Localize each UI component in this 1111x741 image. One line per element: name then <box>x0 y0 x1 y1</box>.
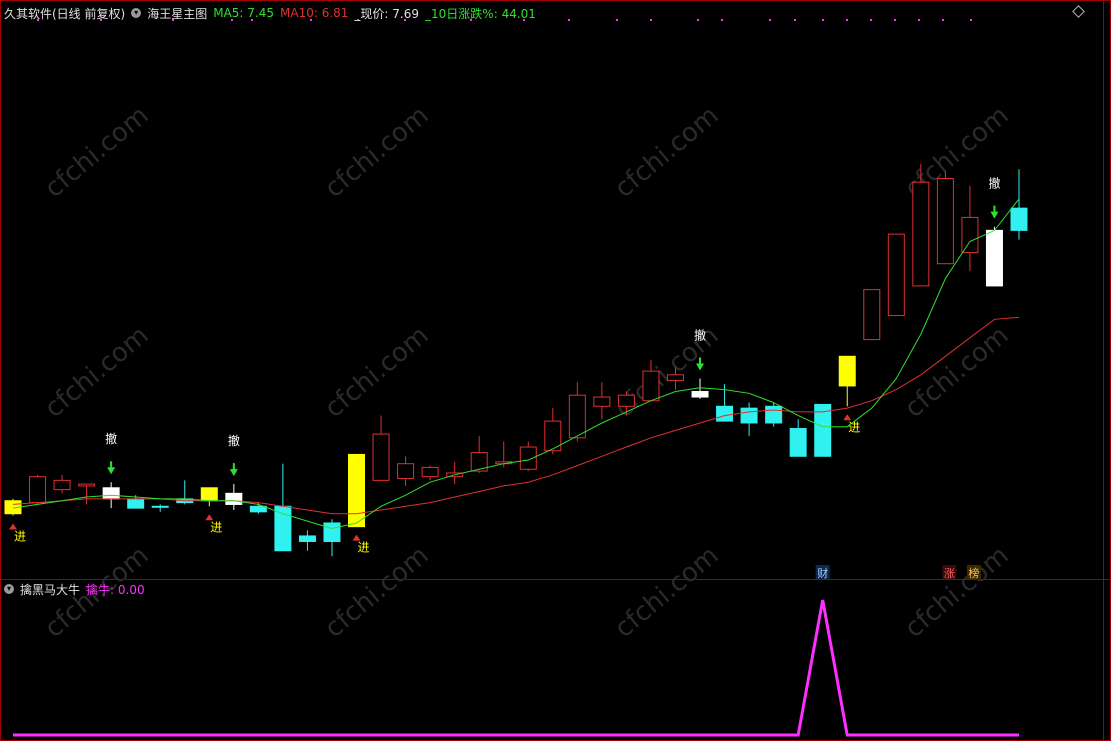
candle-body[interactable] <box>421 466 439 478</box>
sell-signal-label: 撤 <box>694 328 706 343</box>
price-value: 7.69 <box>392 6 420 21</box>
watermark-text: cfchi.com <box>899 540 1014 643</box>
ma5-value: 7.45 <box>247 6 274 20</box>
sub-indicator-name[interactable]: 擒黑马大牛 <box>20 581 80 598</box>
candle-body[interactable] <box>225 492 243 505</box>
price-label: _现价: <box>354 6 389 21</box>
candle-body[interactable] <box>740 407 758 424</box>
top-marker-dot <box>870 19 872 21</box>
ma5-line <box>12 198 1020 530</box>
watermark-text: cfchi.com <box>899 320 1014 423</box>
candle-body[interactable] <box>1010 207 1028 231</box>
candle-body[interactable] <box>323 522 341 542</box>
ma10-label: MA10: <box>280 6 318 20</box>
candle-body[interactable] <box>838 355 856 387</box>
top-marker-dot <box>616 19 618 21</box>
candle-body[interactable] <box>78 483 96 487</box>
candle-body[interactable] <box>936 178 954 265</box>
candle-body[interactable] <box>666 374 684 381</box>
candle-body[interactable] <box>29 476 47 504</box>
candle-body[interactable] <box>274 505 292 552</box>
top-marker-dot <box>894 19 896 21</box>
candle-body[interactable] <box>765 405 783 424</box>
candle-body[interactable] <box>151 505 169 508</box>
top-marker-dot <box>721 19 723 21</box>
buy-signal-label: 进 <box>358 541 370 555</box>
ma5-label: MA5: <box>213 6 244 20</box>
watermark-text: cfchi.com <box>609 540 724 643</box>
candle-body[interactable] <box>102 487 120 500</box>
ma10-value: 6.81 <box>321 6 349 20</box>
sub-value-readout: 擒牛: 0.00 <box>86 581 145 598</box>
chart-canvas[interactable]: cfchi.com cfchi.com cfchi.com cfchi.com cfch… <box>0 0 1111 741</box>
top-marker-dot <box>769 19 771 21</box>
watermark-text: cfchi.com <box>319 540 434 643</box>
candle-body[interactable] <box>200 487 218 502</box>
top-marker-dot <box>918 19 920 21</box>
candle-body[interactable] <box>912 181 930 287</box>
sub-value-label: 擒牛: <box>86 582 115 597</box>
candle-body[interactable] <box>691 390 709 398</box>
indicator-name[interactable]: 海王星主图 <box>147 5 207 22</box>
sub-indicator-menu-icon[interactable]: ▾ <box>4 584 14 594</box>
candle-body[interactable] <box>716 405 734 422</box>
change-label: _10日涨跌%: <box>425 6 498 21</box>
top-marker-dot <box>697 19 699 21</box>
watermark-text: cfchi.com <box>609 100 724 203</box>
candle-body[interactable] <box>789 428 807 457</box>
candle-body[interactable] <box>519 446 537 470</box>
top-marker-dot <box>794 19 796 21</box>
tag-bang[interactable]: 榜 <box>968 566 979 580</box>
top-marker-dot <box>650 19 652 21</box>
candle-body[interactable] <box>372 433 390 481</box>
candle-body[interactable] <box>298 535 316 542</box>
watermark-text: cfchi.com <box>39 320 154 423</box>
watermark-text: cfchi.com <box>319 320 434 423</box>
indicator-menu-icon[interactable]: ▾ <box>131 8 142 18</box>
change-readout: _10日涨跌%: 44.01 <box>425 5 536 22</box>
top-marker-dot <box>822 19 824 21</box>
main-header: 久其软件(日线 前复权) ▾ 海王星主图 MA5: 7.45 MA10: 6.8… <box>4 4 536 22</box>
candle-body[interactable] <box>642 370 660 402</box>
top-marker-dot <box>846 19 848 21</box>
candle-body[interactable] <box>887 233 905 317</box>
top-marker-dot <box>568 19 570 21</box>
sub-header: ▾ 擒黑马大牛 擒牛: 0.00 <box>4 581 145 597</box>
sell-arrow-icon <box>990 205 999 219</box>
candle-body[interactable] <box>127 498 145 509</box>
watermark-text: cfchi.com <box>319 100 434 203</box>
change-value: 44.01 <box>501 6 536 21</box>
stock-title[interactable]: 久其软件(日线 前复权) <box>4 5 125 22</box>
tag-cai[interactable]: 财 <box>817 566 828 580</box>
candle-body[interactable] <box>53 479 71 491</box>
candle-body[interactable] <box>863 289 881 341</box>
candle-body[interactable] <box>593 396 611 407</box>
sell-signal-label: 撤 <box>105 431 117 446</box>
top-marker-dot <box>970 19 972 21</box>
watermark-text: cfchi.com <box>39 100 154 203</box>
ma10-line <box>12 316 1020 515</box>
sell-signal-label: 撤 <box>228 433 240 448</box>
candle-body[interactable] <box>617 394 635 407</box>
sub-indicator-line <box>13 599 1019 737</box>
candle-body[interactable] <box>985 229 1003 287</box>
top-marker-dot <box>942 19 944 21</box>
candle-body[interactable] <box>348 453 366 528</box>
sub-value: 0.00 <box>117 582 145 597</box>
buy-signal-label: 进 <box>14 530 26 544</box>
candle-body[interactable] <box>961 216 979 254</box>
candle-body[interactable] <box>397 463 415 480</box>
sell-arrow-icon <box>229 463 238 477</box>
tag-zhang[interactable]: 涨 <box>944 567 955 580</box>
ma5-readout: MA5: 7.45 <box>213 6 274 20</box>
sell-signal-label: 撤 <box>988 176 1000 191</box>
buy-signal-label: 进 <box>210 520 222 534</box>
candle-body[interactable] <box>568 394 586 439</box>
price-readout: _现价: 7.69 <box>354 5 419 22</box>
sell-arrow-icon <box>107 461 116 475</box>
candle-body[interactable] <box>249 505 267 513</box>
ma10-readout: MA10: 6.81 <box>280 6 348 20</box>
buy-signal-label: 进 <box>848 420 860 434</box>
